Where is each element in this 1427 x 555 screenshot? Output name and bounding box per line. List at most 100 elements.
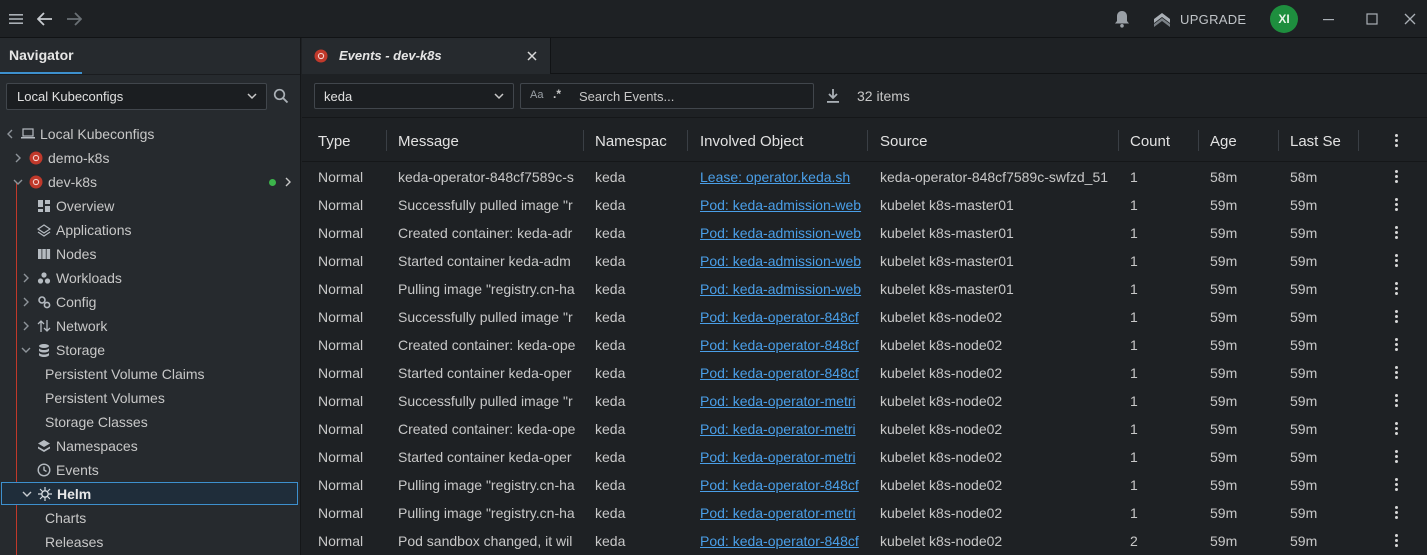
download-icon[interactable] [826,88,840,104]
sidebar-item-namespaces[interactable]: Namespaces [0,434,300,458]
table-row[interactable]: Normal Pulling image "registry.cn-ha ked… [302,499,1427,527]
table-row[interactable]: Normal Pod sandbox changed, it wil keda … [302,527,1427,555]
regex-toggle[interactable]: .* [553,87,561,101]
tab-events-dev-k8s[interactable]: Events - dev-k8s [302,38,551,74]
column-resizer[interactable] [583,130,584,151]
table-row[interactable]: Normal Pulling image "registry.cn-ha ked… [302,275,1427,303]
sidebar-item-overview[interactable]: Overview [0,194,300,218]
row-menu-icon[interactable] [1394,394,1398,407]
table-row[interactable]: Normal Started container keda-oper keda … [302,443,1427,471]
table-row[interactable]: Normal Successfully pulled image "r keda… [302,191,1427,219]
table-row[interactable]: Normal Created container: keda-ope keda … [302,415,1427,443]
cell-involved-object-link[interactable]: Pod: keda-operator-metri [700,393,868,409]
row-menu-icon[interactable] [1394,506,1398,519]
column-resizer[interactable] [386,130,387,151]
search-events-input[interactable]: Aa .* Search Events... [520,83,814,109]
notification-bell-icon[interactable] [1111,8,1133,30]
column-header-namespace[interactable]: Namespac [595,133,669,150]
cell-involved-object-link[interactable]: Pod: keda-operator-848cf [700,477,868,493]
sidebar-item-events[interactable]: Events [0,458,300,482]
table-row[interactable]: Normal Successfully pulled image "r keda… [302,387,1427,415]
column-header-count[interactable]: Count [1130,133,1190,150]
upgrade-button[interactable]: UPGRADE [1152,9,1246,29]
kubeconfig-select[interactable]: Local Kubeconfigs [6,83,267,110]
cell-involved-object-link[interactable]: Pod: keda-admission-web [700,225,868,241]
table-row[interactable]: Normal Started container keda-adm keda P… [302,247,1427,275]
row-menu-icon[interactable] [1394,338,1398,351]
maximize-window-icon[interactable] [1361,8,1383,30]
sidebar-item-storage-classes[interactable]: Storage Classes [0,410,300,434]
sidebar-item-workloads[interactable]: Workloads [0,266,300,290]
forward-arrow-icon[interactable] [63,8,85,30]
table-row[interactable]: Normal Created container: keda-adr keda … [302,219,1427,247]
sidebar-item-applications[interactable]: Applications [0,218,300,242]
row-menu-icon[interactable] [1394,254,1398,267]
cell-involved-object-link[interactable]: Pod: keda-operator-848cf [700,365,868,381]
row-menu-icon[interactable] [1394,198,1398,211]
row-menu-icon[interactable] [1394,226,1398,239]
search-icon[interactable] [273,88,291,106]
cell-involved-object-link[interactable]: Pod: keda-operator-metri [700,449,868,465]
cell-involved-object-link[interactable]: Pod: keda-operator-848cf [700,309,868,325]
table-row[interactable]: Normal Created container: keda-ope keda … [302,331,1427,359]
row-menu-icon[interactable] [1394,282,1398,295]
sidebar-item-config[interactable]: Config [0,290,300,314]
table-row[interactable]: Normal keda-operator-848cf7589c-s keda L… [302,163,1427,191]
table-row[interactable]: Normal Pulling image "registry.cn-ha ked… [302,471,1427,499]
cell-involved-object-link[interactable]: Pod: keda-admission-web [700,281,868,297]
cell-involved-object-link[interactable]: Pod: keda-operator-metri [700,421,868,437]
column-resizer[interactable] [867,130,868,151]
row-menu-icon[interactable] [1394,450,1398,463]
sidebar-item-nodes[interactable]: Nodes [0,242,300,266]
close-window-icon[interactable] [1399,8,1421,30]
column-header-message[interactable]: Message [398,133,578,150]
match-case-toggle[interactable]: Aa [530,89,543,101]
hamburger-menu-icon[interactable] [5,8,27,30]
cell-involved-object-link[interactable]: Pod: keda-admission-web [700,253,868,269]
column-header-involved-object[interactable]: Involved Object [700,133,860,150]
cell-involved-object-link[interactable]: Pod: keda-admission-web [700,197,868,213]
column-resizer[interactable] [1118,130,1119,151]
column-resizer[interactable] [1358,130,1359,151]
tree-cluster-demo-k8s[interactable]: demo-k8s [0,146,300,170]
chevron-right-icon[interactable] [284,177,292,187]
column-resizer[interactable] [687,130,688,151]
tree-cluster-dev-k8s[interactable]: dev-k8s [0,170,300,194]
column-resizer[interactable] [1278,130,1279,151]
row-menu-icon[interactable] [1394,170,1398,183]
column-header-age[interactable]: Age [1210,133,1270,150]
table-row[interactable]: Normal Successfully pulled image "r keda… [302,303,1427,331]
cell-involved-object-link[interactable]: Pod: keda-operator-metri [700,505,868,521]
row-menu-icon[interactable] [1394,422,1398,435]
cell-involved-object-link[interactable]: Lease: operator.keda.sh [700,169,868,185]
cell-last-seen: 59m [1290,281,1318,297]
column-resizer[interactable] [1198,130,1199,151]
row-menu-icon[interactable] [1394,310,1398,323]
back-arrow-icon[interactable] [34,8,56,30]
sidebar-item-network[interactable]: Network [0,314,300,338]
sidebar-item-charts[interactable]: Charts [0,506,300,530]
namespace-select[interactable]: keda [314,83,514,109]
sidebar-item-storage[interactable]: Storage [0,338,300,362]
navigator-panel: Navigator Local Kubeconfigs Local Kubeco… [0,38,301,555]
column-menu-icon[interactable] [1394,134,1398,147]
cell-involved-object-link[interactable]: Pod: keda-operator-848cf [700,337,868,353]
avatar[interactable]: XI [1270,5,1298,33]
close-icon[interactable] [527,51,537,61]
tree-root-local-kubeconfigs[interactable]: Local Kubeconfigs [0,122,300,146]
column-header-type[interactable]: Type [318,133,378,150]
table-row[interactable]: Normal Started container keda-oper keda … [302,359,1427,387]
minimize-window-icon[interactable] [1318,8,1340,30]
cell-involved-object-link[interactable]: Pod: keda-operator-848cf [700,533,868,549]
sidebar-item-releases[interactable]: Releases [0,530,300,554]
column-header-last-seen[interactable]: Last Se [1290,133,1352,150]
layers-icon [38,440,50,452]
column-header-source[interactable]: Source [880,133,1110,150]
row-menu-icon[interactable] [1394,534,1398,547]
tab-navigator[interactable]: Navigator [0,38,82,74]
sidebar-item-persistent-volume-claims[interactable]: Persistent Volume Claims [0,362,300,386]
sidebar-item-helm[interactable]: Helm [1,482,298,505]
sidebar-item-persistent-volumes[interactable]: Persistent Volumes [0,386,300,410]
row-menu-icon[interactable] [1394,478,1398,491]
row-menu-icon[interactable] [1394,366,1398,379]
